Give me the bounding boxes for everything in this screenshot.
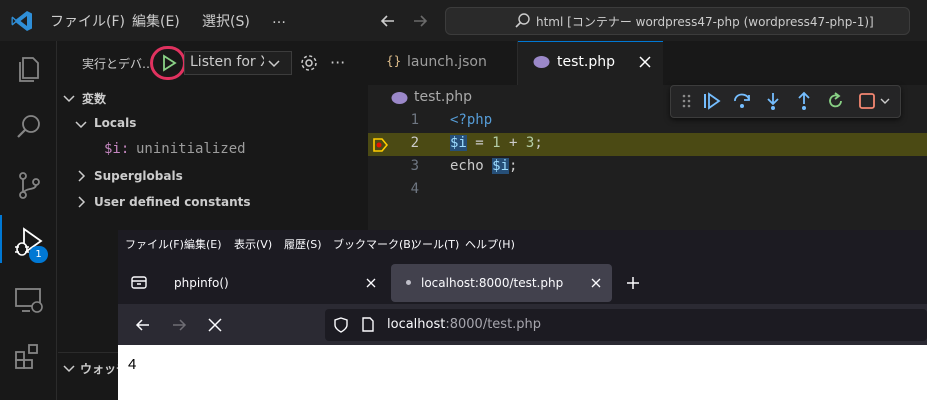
superglobals-scope[interactable]: Superglobals bbox=[94, 169, 183, 183]
watch-section[interactable]: ウォッチ bbox=[80, 360, 118, 377]
code-keyword: echo bbox=[450, 158, 493, 174]
page-output: 4 bbox=[128, 356, 137, 373]
source-control-icon[interactable] bbox=[12, 168, 46, 202]
stop-loading-icon[interactable] bbox=[206, 316, 224, 334]
page-icon[interactable] bbox=[361, 316, 375, 333]
chevron-right-icon[interactable] bbox=[74, 169, 88, 183]
browser-tab-phpinfo[interactable]: phpinfo() bbox=[174, 276, 229, 290]
start-debugging-icon[interactable] bbox=[160, 54, 178, 72]
url-path: :8000/test.php bbox=[445, 317, 542, 332]
browser-menu-help[interactable]: ヘルプ(H) bbox=[465, 236, 515, 252]
tab-dot-icon bbox=[406, 280, 411, 285]
forward-arrow-icon[interactable] bbox=[410, 11, 430, 31]
page-content bbox=[118, 345, 927, 400]
variable-value: uninitialized bbox=[136, 141, 246, 157]
step-over-icon[interactable] bbox=[732, 91, 752, 111]
line-number: 3 bbox=[410, 158, 419, 174]
remote-explorer-icon[interactable] bbox=[12, 283, 46, 317]
code-variable: $i bbox=[450, 135, 467, 151]
php-file-icon bbox=[533, 55, 550, 69]
chevron-down-icon[interactable] bbox=[74, 117, 88, 131]
menu-file[interactable]: ファイル(F) bbox=[50, 11, 125, 31]
breadcrumb[interactable]: test.php bbox=[414, 89, 472, 105]
chevron-right-icon[interactable] bbox=[74, 195, 88, 209]
back-arrow-icon[interactable] bbox=[134, 316, 152, 334]
vscode-logo-icon bbox=[10, 9, 34, 33]
extensions-icon[interactable] bbox=[12, 340, 46, 374]
browser-menu-history[interactable]: 履歴(S) bbox=[284, 236, 322, 252]
close-icon[interactable] bbox=[364, 276, 378, 290]
menu-edit[interactable]: 編集(E) bbox=[132, 11, 180, 31]
close-icon[interactable] bbox=[637, 54, 653, 70]
code-line[interactable]: $i = 1 + 3; bbox=[450, 135, 543, 151]
chevron-down-icon[interactable] bbox=[62, 361, 76, 375]
explorer-icon[interactable] bbox=[12, 52, 46, 86]
variables-section[interactable]: 変数 bbox=[82, 90, 106, 107]
code-text: + bbox=[500, 135, 526, 151]
code-line[interactable]: <?php bbox=[450, 112, 492, 128]
code-number: 1 bbox=[492, 135, 501, 151]
url-host: localhost bbox=[387, 317, 446, 332]
line-number: 1 bbox=[410, 112, 419, 128]
browser-menu-file[interactable]: ファイル(F) bbox=[125, 236, 184, 252]
forward-arrow-icon[interactable] bbox=[170, 316, 188, 334]
restart-icon[interactable] bbox=[826, 91, 846, 111]
browser-menu-view[interactable]: 表示(V) bbox=[234, 236, 272, 252]
command-center-label: html [コンテナー wordpress47-php (wordpress47… bbox=[536, 15, 874, 29]
url-text[interactable]: localhost:8000/test.php bbox=[387, 317, 541, 332]
launch-config-label: Listen for Xdebug bbox=[190, 54, 264, 70]
continue-icon[interactable] bbox=[702, 91, 722, 111]
chevron-down-icon[interactable] bbox=[879, 95, 891, 107]
tab-launch-json-label: launch.json bbox=[407, 54, 487, 70]
menu-more[interactable]: … bbox=[272, 11, 286, 27]
active-indicator bbox=[0, 215, 2, 263]
json-file-icon: {} bbox=[386, 54, 402, 68]
user-constants-scope[interactable]: User defined constants bbox=[94, 195, 251, 209]
code-text: ; bbox=[534, 135, 543, 151]
code-text: = bbox=[466, 135, 493, 151]
stop-icon[interactable] bbox=[858, 92, 876, 110]
chevron-down-icon[interactable] bbox=[62, 91, 76, 105]
search-view-icon[interactable] bbox=[12, 110, 46, 144]
new-tab-icon[interactable] bbox=[625, 275, 641, 291]
drag-handle-icon[interactable] bbox=[681, 93, 693, 109]
locals-scope[interactable]: Locals bbox=[94, 116, 136, 130]
browser-tab-test-label: localhost:8000/test.php bbox=[421, 276, 564, 290]
browser-menu-bookmarks[interactable]: ブックマーク(B) bbox=[333, 236, 415, 252]
variable-name[interactable]: $i: bbox=[104, 141, 129, 157]
breakpoint-arrow-icon[interactable] bbox=[372, 137, 389, 153]
line-number: 2 bbox=[410, 135, 419, 151]
debug-badge: 1 bbox=[29, 246, 48, 263]
browser-menu-tools[interactable]: ツール(T) bbox=[411, 236, 459, 252]
sidebar-title: 実行とデバ… bbox=[82, 57, 155, 71]
line-number: 4 bbox=[410, 181, 419, 197]
tab-test-php-label: test.php bbox=[557, 54, 615, 70]
gear-icon[interactable] bbox=[299, 53, 319, 73]
step-into-icon[interactable] bbox=[763, 91, 783, 111]
php-file-icon bbox=[391, 91, 408, 105]
tab-tray-icon[interactable] bbox=[130, 274, 148, 290]
back-arrow-icon[interactable] bbox=[378, 11, 398, 31]
browser-menu-edit[interactable]: 編集(E) bbox=[184, 236, 222, 252]
code-text: ; bbox=[509, 158, 518, 174]
code-variable: $i bbox=[492, 158, 510, 174]
close-icon[interactable] bbox=[589, 276, 603, 290]
step-out-icon[interactable] bbox=[794, 91, 814, 111]
code-line[interactable]: echo $i; bbox=[450, 158, 517, 174]
more-actions-icon[interactable]: ··· bbox=[330, 53, 345, 72]
menu-selection[interactable]: 選択(S) bbox=[202, 11, 250, 31]
search-icon bbox=[514, 12, 532, 30]
shield-icon[interactable] bbox=[333, 316, 349, 334]
chevron-down-icon bbox=[267, 56, 281, 70]
